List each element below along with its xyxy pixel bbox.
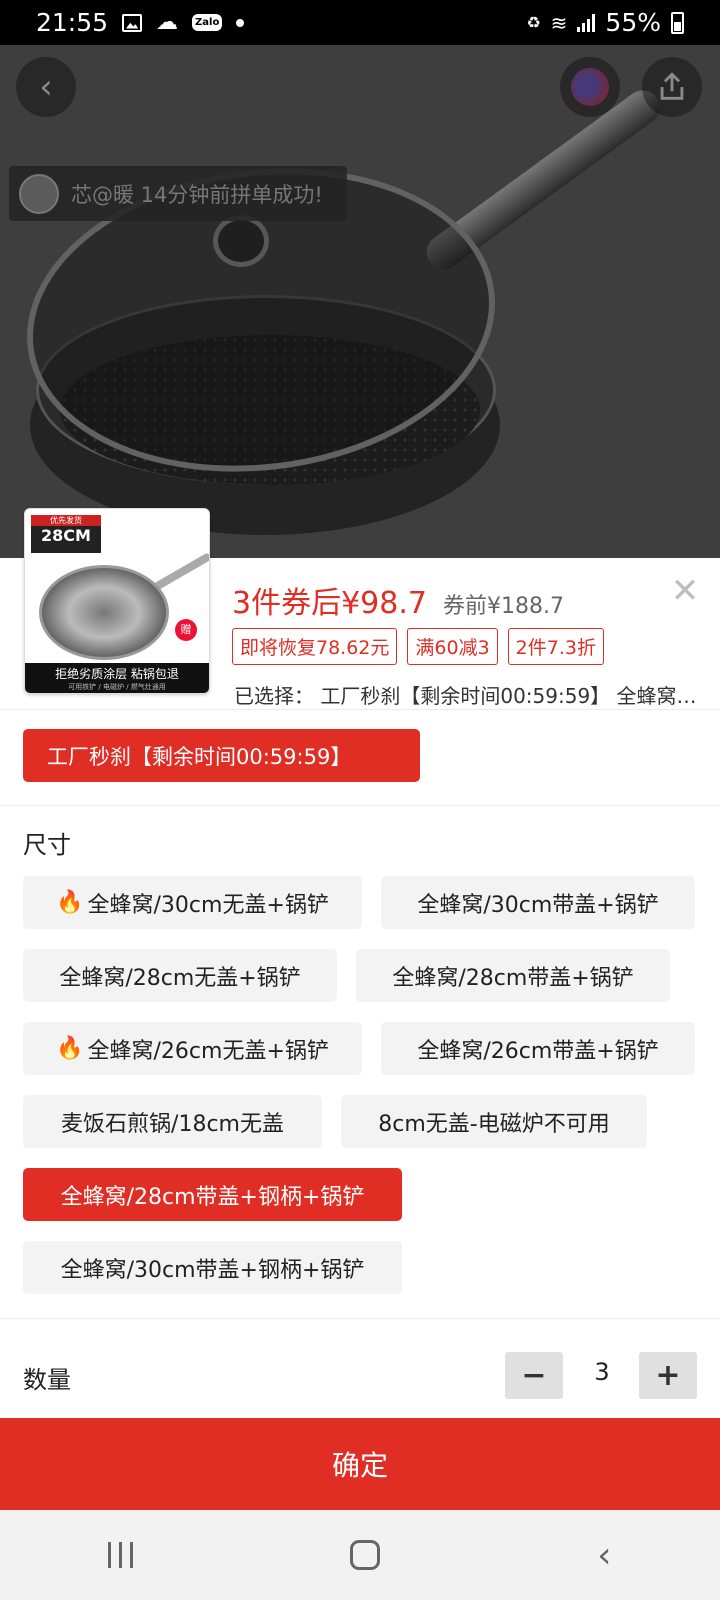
battery-percent: 55% [605,8,661,37]
status-bar: 21:55 ☁ Zalo ♻ ≋ 55% [0,0,720,45]
size-title: 尺寸 [23,831,71,859]
coupon-list: 即将恢复78.62元 满60减3 2件7.3折 [232,628,604,665]
size-option[interactable]: 全蜂窝/28cm带盖+锅铲 [356,949,670,1002]
flash-sale-option[interactable]: 工厂秒刹【剩余时间00:59:59】 [23,729,420,782]
size-option[interactable]: 全蜂窝/30cm带盖+锅铲 [381,876,695,929]
zalo-icon: Zalo [192,14,223,31]
share-button[interactable] [642,57,702,117]
back-button[interactable]: ‹ [16,57,76,117]
wifi-icon: ≋ [550,10,568,35]
close-icon[interactable]: ✕ [668,574,702,608]
size-option[interactable]: 全蜂窝/30cm带盖+钢柄+锅铲 [23,1241,402,1294]
group-buy-toast: 芯@暖 14分钟前拼单成功! [9,166,347,221]
price-row: 3件券后¥98.7 券前¥188.7 [232,578,564,622]
price-after-coupon: 3件券后¥98.7 [232,586,427,621]
size-option-selected[interactable]: 全蜂窝/28cm带盖+钢柄+锅铲 [23,1168,402,1221]
recents-icon[interactable] [108,1542,134,1568]
product-image [0,45,720,560]
coupon-tag: 满60减3 [407,628,498,665]
size-option[interactable]: 🔥 全蜂窝/30cm无盖+锅铲 [23,876,362,929]
confirm-button[interactable]: 确定 [0,1418,720,1510]
screen: 21:55 ☁ Zalo ♻ ≋ 55% ‹ 芯@暖 14分钟前拼单成功! 优先… [0,0,720,1600]
thumb-pan [39,565,169,660]
chevron-left-icon: ‹ [39,67,53,107]
selected-summary: 已选择： 工厂秒刹【剩余时间00:59:59】 全蜂窝/28cm带盖+钢柄+锅铲 [234,684,698,708]
size-option[interactable]: 全蜂窝/28cm无盖+锅铲 [23,949,337,1002]
home-icon[interactable] [350,1540,381,1570]
coupon-tag: 即将恢复78.62元 [232,628,398,665]
signal-icon [577,13,596,32]
quantity-increase-button[interactable]: + [639,1352,697,1399]
coupon-tag: 2件7.3折 [507,628,604,665]
size-option[interactable]: 🔥 全蜂窝/26cm无盖+锅铲 [23,1022,362,1075]
dot-icon [236,18,245,27]
divider [0,1318,720,1319]
quantity-value: 3 [594,1358,610,1386]
quantity-decrease-button[interactable]: − [505,1352,563,1399]
battery-saver-icon: ♻ [526,13,541,32]
share-icon [660,72,684,100]
pan-knob [213,215,269,267]
thumb-banner: 拒绝劣质涂层 粘锅包退 可用铁铲 / 电磁炉 / 燃气灶通用 [25,663,209,693]
back-nav-icon[interactable]: ‹ [597,1535,611,1576]
toast-text: 芯@暖 14分钟前拼单成功! [71,182,323,207]
battery-icon [671,11,684,34]
gallery-icon [122,13,143,32]
quantity-label: 数量 [23,1366,71,1394]
gift-badge: 赠 [175,619,197,641]
status-time: 21:55 [36,8,109,37]
size-badge: 优先发货 28CM [31,515,101,553]
price-before-coupon: 券前¥188.7 [442,594,564,619]
divider [0,709,720,710]
product-thumbnail[interactable]: 优先发货 28CM 赠 拒绝劣质涂层 粘锅包退 可用铁铲 / 电磁炉 / 燃气灶… [24,508,210,694]
size-option[interactable]: 8cm无盖-电磁炉不可用 [341,1095,647,1148]
size-option[interactable]: 麦饭石煎锅/18cm无盖 [23,1095,322,1148]
seller-avatar-button[interactable] [560,57,620,117]
toast-avatar [19,173,59,214]
avatar [571,68,609,106]
divider [0,805,720,806]
size-option[interactable]: 全蜂窝/26cm带盖+锅铲 [381,1022,695,1075]
fire-icon: 🔥 [56,890,84,915]
system-nav-bar: ‹ [0,1510,720,1600]
fire-icon: 🔥 [56,1036,84,1061]
cloud-icon: ☁ [156,10,179,35]
